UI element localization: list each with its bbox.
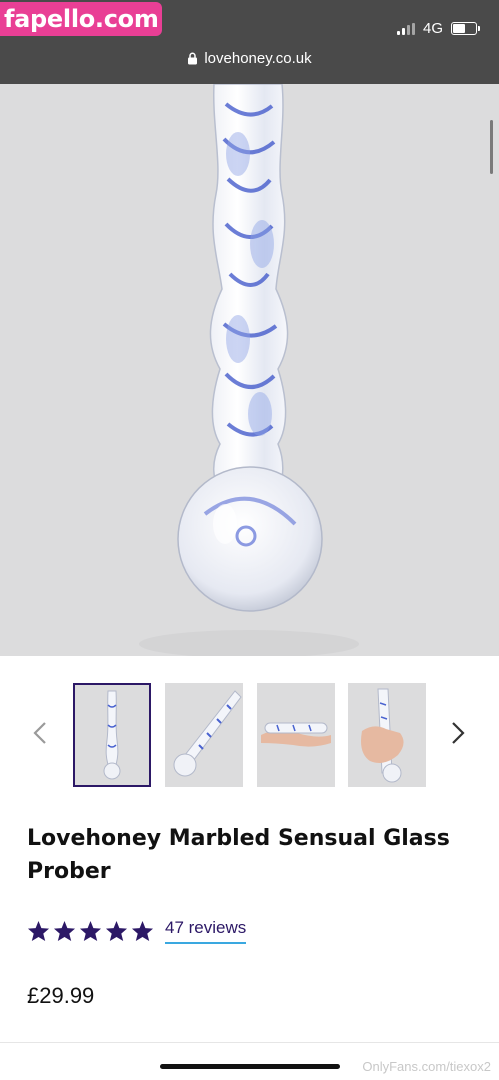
page-scroll-indicator <box>490 120 493 174</box>
chevron-right-icon <box>452 722 465 744</box>
thumbnail-image <box>261 722 331 747</box>
carousel-next-button[interactable] <box>446 718 470 748</box>
signal-icon <box>396 22 415 35</box>
reviews-link[interactable]: 47 reviews <box>165 918 247 944</box>
lock-icon <box>187 52 198 65</box>
chevron-left-icon <box>33 722 46 744</box>
carousel-prev-button[interactable] <box>28 718 52 748</box>
star-icon <box>79 920 102 942</box>
network-label: 4G <box>422 20 443 37</box>
thumbnail-hand-flat[interactable] <box>257 683 335 787</box>
thumbnail-upright[interactable] <box>73 683 151 787</box>
address-bar[interactable]: lovehoney.co.uk <box>0 50 499 67</box>
thumbnail-hand-grip[interactable] <box>348 683 426 787</box>
thumbnail-carousel <box>0 656 499 814</box>
section-divider <box>0 1042 499 1043</box>
thumbnail-image <box>361 688 404 783</box>
product-price: £29.99 <box>27 983 95 1008</box>
status-indicators: 4G <box>396 20 480 37</box>
product-rating: 47 reviews <box>27 918 247 944</box>
browser-top-bar: fapello.com 4G lovehoney.co.uk <box>0 0 499 84</box>
star-icon <box>105 920 128 942</box>
home-indicator[interactable] <box>160 1064 340 1069</box>
star-icon <box>131 920 154 942</box>
star-icon <box>27 920 50 942</box>
thumbnail-image <box>103 690 121 780</box>
product-main-image[interactable] <box>0 84 499 656</box>
watermark-badge: fapello.com <box>0 2 162 36</box>
thumbnail-diagonal[interactable] <box>165 683 243 787</box>
star-icon <box>53 920 76 942</box>
thumbnail-image <box>173 690 242 777</box>
url-text: lovehoney.co.uk <box>204 50 312 67</box>
watermark-text: OnlyFans.com/tiexox2 <box>362 1059 491 1074</box>
glass-prober-image <box>139 84 359 656</box>
battery-icon <box>451 22 480 35</box>
product-title: Lovehoney Marbled Sensual Glass Prober <box>27 826 450 884</box>
